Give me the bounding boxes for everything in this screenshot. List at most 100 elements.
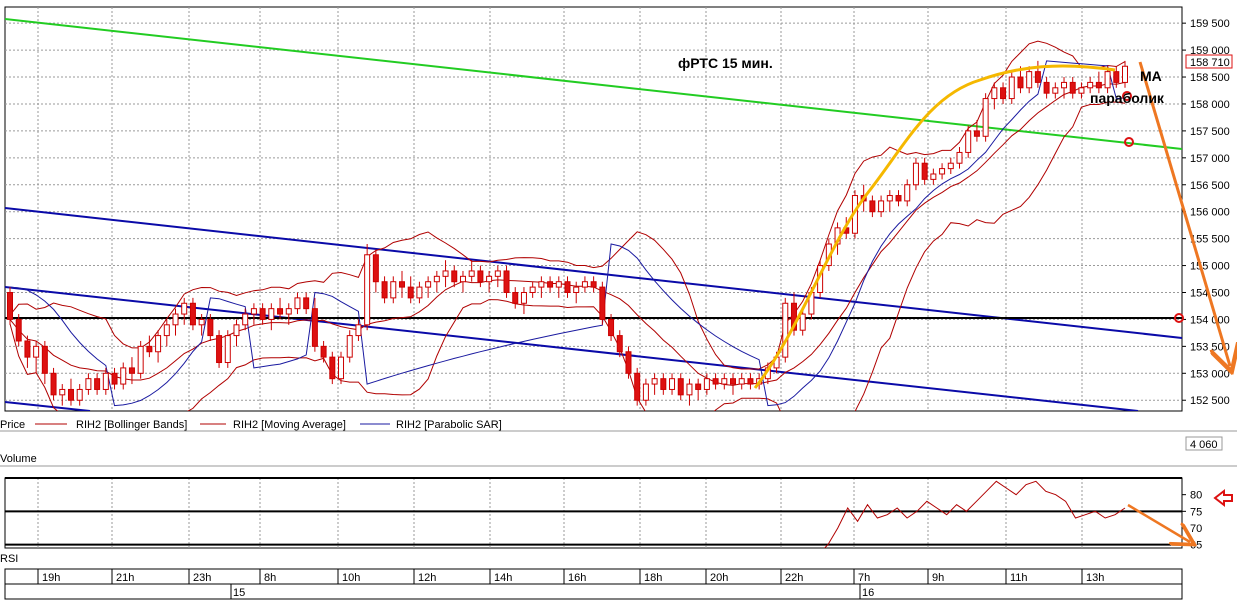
- candle-body-down: [616, 335, 623, 353]
- candle-body-down: [1043, 81, 1050, 94]
- candle-body-up: [529, 286, 536, 293]
- candle-body-up: [738, 378, 745, 385]
- candle-body-up: [294, 297, 301, 310]
- candle-body-up: [939, 168, 946, 175]
- hour-label: 8h: [264, 572, 276, 584]
- candle-body-down: [1069, 81, 1076, 94]
- annotation-ma: МА: [1140, 68, 1162, 84]
- candle: [7, 287, 13, 325]
- candle-body-down: [1017, 76, 1024, 89]
- candle-body-up: [268, 308, 275, 320]
- candle-body-up: [799, 313, 806, 331]
- candle-body-up: [982, 98, 989, 137]
- candle-body-down: [329, 356, 336, 380]
- candle: [137, 340, 144, 379]
- price-panel-frame: [4, 6, 1183, 412]
- candle-body-up: [947, 162, 954, 170]
- candle-body-up: [224, 335, 231, 364]
- price-tick-label: 157 500: [1190, 126, 1230, 138]
- candle-body-up: [346, 335, 353, 358]
- candle-body-up: [459, 275, 466, 283]
- price-y-axis: 159 500159 000158 500158 000157 500157 0…: [1182, 18, 1230, 407]
- candle-body-up: [250, 308, 257, 315]
- candle-body-down: [216, 335, 223, 364]
- candle-body-up: [1087, 81, 1094, 89]
- candle-body-down: [303, 297, 310, 310]
- hour-label: 12h: [418, 572, 436, 584]
- candle: [599, 281, 606, 325]
- price-tick-label: 158 500: [1190, 72, 1230, 84]
- candle-body-up: [956, 151, 963, 164]
- legend-moving-average: RIH2 [Moving Average]: [233, 419, 346, 431]
- candle-body-up: [651, 378, 658, 385]
- rsi-panel-frame: [4, 477, 1183, 549]
- chart-canvas: 159 500159 000158 500158 000157 500157 0…: [0, 6, 1237, 600]
- candle-body-down: [590, 281, 597, 288]
- candle-body-up: [538, 281, 545, 288]
- candle-body-down: [921, 162, 928, 180]
- rsi-panel-label: RSI: [0, 553, 18, 565]
- candle-body-down: [50, 372, 57, 396]
- candle-body-down: [677, 378, 684, 396]
- candle-body-up: [581, 281, 588, 288]
- candle-body-down: [547, 281, 554, 288]
- candle: [224, 330, 231, 368]
- candle-body-up: [416, 286, 423, 299]
- candle-body-up: [686, 383, 693, 396]
- candle-body-down: [895, 195, 902, 202]
- hour-label: 20h: [710, 572, 728, 584]
- hour-label: 7h: [858, 572, 870, 584]
- hour-label: 19h: [42, 572, 60, 584]
- candle: [634, 367, 641, 406]
- candle-body-down: [730, 378, 737, 385]
- candle-body-up: [669, 378, 676, 390]
- price-tick-label: 156 000: [1190, 207, 1230, 219]
- price-tick-label: 155 500: [1190, 234, 1230, 246]
- price-tick-label: 158 000: [1190, 99, 1230, 111]
- candle-body-up: [573, 286, 580, 293]
- rsi-y-axis: 80 75 70 65: [1182, 490, 1202, 552]
- candle-body-down: [712, 378, 719, 385]
- candle-body-down: [189, 302, 196, 326]
- candle-body-up: [904, 184, 911, 202]
- price-tick-label: 154 000: [1190, 314, 1230, 326]
- candle-body-up: [1104, 71, 1111, 89]
- candle-body-down: [277, 308, 284, 315]
- candle-body-down: [207, 318, 214, 337]
- candle-body-down: [695, 383, 702, 390]
- candle-body-down: [311, 308, 318, 347]
- candle-body-down: [372, 254, 379, 283]
- candle-body-up: [137, 345, 144, 374]
- candle-body-up: [364, 254, 371, 326]
- candle-body-up: [242, 313, 249, 326]
- candle-body-down: [512, 291, 519, 304]
- volume-value: 4 060: [1190, 439, 1218, 451]
- candle-body-up: [520, 291, 527, 304]
- candle-body-down: [625, 351, 632, 374]
- candle-body-down: [67, 388, 74, 401]
- candle-body-up: [1061, 81, 1068, 89]
- candle-body-up: [1008, 76, 1015, 100]
- candle-body-up: [163, 324, 170, 337]
- rsi-tick-label: 80: [1190, 490, 1202, 502]
- candle-body-up: [991, 87, 998, 100]
- candle-body-down: [1034, 71, 1041, 83]
- price-tick-label: 157 000: [1190, 153, 1230, 165]
- candle-body-down: [973, 130, 980, 137]
- candle: [364, 244, 371, 331]
- candle-body-up: [1078, 87, 1085, 94]
- candle-body-down: [146, 345, 153, 353]
- candle-body-down: [503, 270, 510, 293]
- candle-body-down: [398, 281, 405, 288]
- candle: [982, 93, 989, 142]
- hour-label: 11h: [1010, 572, 1028, 584]
- candle-body-up: [59, 388, 66, 396]
- candle-body-up: [338, 356, 345, 380]
- hour-label: 22h: [785, 572, 803, 584]
- candle-body-down: [128, 367, 135, 374]
- candle-body-up: [1052, 87, 1059, 94]
- annotation-parabolic: параболик: [1090, 90, 1165, 106]
- candle-body-down: [660, 378, 667, 390]
- candle-body-down: [41, 345, 48, 374]
- candle-body-down: [477, 270, 484, 283]
